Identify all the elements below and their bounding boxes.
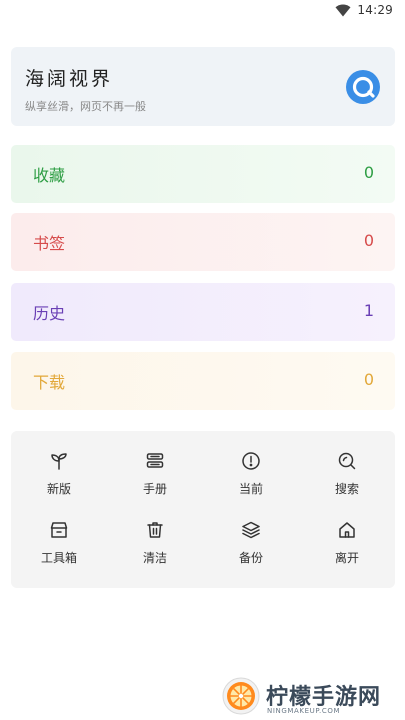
tool-clean[interactable]: 清洁 — [107, 520, 203, 580]
tool-leave[interactable]: 离开 — [299, 520, 395, 580]
brand-logo-icon[interactable] — [345, 69, 381, 105]
history-card[interactable]: 历史 1 — [11, 283, 395, 341]
tool-label: 工具箱 — [40, 551, 77, 565]
home-icon — [339, 522, 355, 538]
tool-toolbox[interactable]: 工具箱 — [11, 520, 107, 580]
tool-label: 新版 — [46, 482, 71, 496]
watermark: 柠檬手游网 NINGMAKEUP.COM — [221, 676, 401, 716]
trash-icon — [147, 522, 163, 538]
info-circle-icon — [242, 452, 260, 470]
manual-icon — [146, 453, 164, 468]
downloads-card[interactable]: 下载 0 — [11, 352, 395, 410]
status-right: 14:29 — [335, 3, 393, 17]
header-card: 海阔视界 纵享丝滑，网页不再一般 — [11, 47, 395, 126]
toolbox-icon — [50, 522, 68, 538]
favorites-label: 收藏 — [33, 166, 66, 185]
tool-label: 离开 — [334, 551, 359, 565]
layers-icon — [242, 521, 260, 539]
sprout-icon — [51, 453, 67, 470]
bookmarks-card[interactable]: 书签 0 — [11, 213, 395, 271]
tool-label: 清洁 — [142, 551, 167, 565]
app-subtitle: 纵享丝滑，网页不再一般 — [25, 100, 146, 113]
tools-panel: 新版 手册 当前 搜索 工具箱 清洁 备份 离开 — [11, 431, 395, 588]
history-label: 历史 — [33, 304, 66, 323]
tool-search[interactable]: 搜索 — [299, 451, 395, 511]
tool-label: 当前 — [238, 482, 263, 496]
tool-label: 搜索 — [334, 482, 359, 496]
search-icon — [338, 452, 356, 470]
watermark-subtext: NINGMAKEUP.COM — [267, 707, 341, 715]
status-bar: 14:29 — [0, 0, 405, 22]
bookmarks-count: 0 — [363, 231, 374, 250]
downloads-label: 下载 — [33, 373, 66, 392]
tool-backup[interactable]: 备份 — [203, 520, 299, 580]
wifi-icon — [335, 4, 351, 16]
tool-new-version[interactable]: 新版 — [11, 451, 107, 511]
bookmarks-label: 书签 — [33, 234, 66, 253]
history-count: 1 — [363, 301, 374, 320]
app-title: 海阔视界 — [25, 68, 114, 90]
favorites-count: 0 — [363, 163, 374, 182]
tool-current[interactable]: 当前 — [203, 451, 299, 511]
tool-manual[interactable]: 手册 — [107, 451, 203, 511]
status-time: 14:29 — [357, 3, 393, 17]
downloads-count: 0 — [363, 370, 374, 389]
tool-label: 手册 — [142, 482, 167, 496]
tool-label: 备份 — [238, 551, 263, 565]
lemon-logo-icon — [222, 677, 260, 715]
favorites-card[interactable]: 收藏 0 — [11, 145, 395, 203]
